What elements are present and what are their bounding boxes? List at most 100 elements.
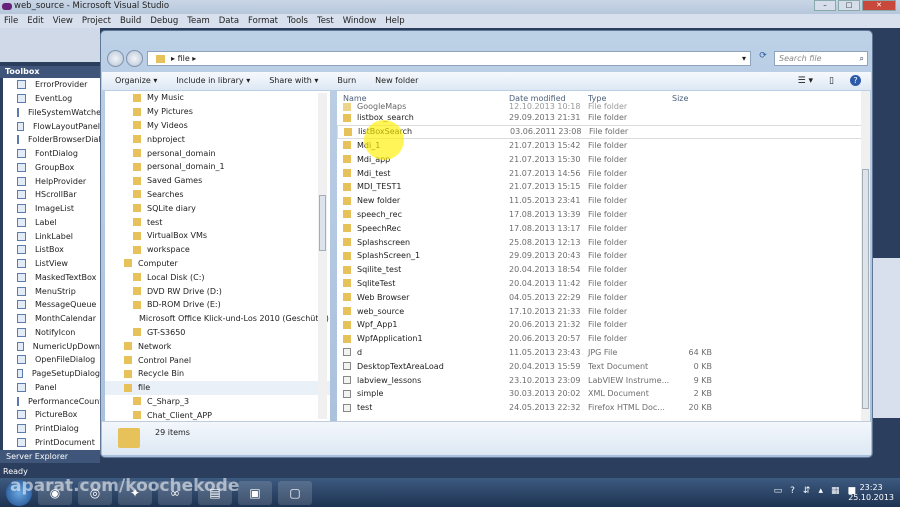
toolbox-item[interactable]: MenuStrip xyxy=(3,284,100,298)
toolbox-item[interactable]: MonthCalendar xyxy=(3,312,100,326)
view-options-icon[interactable]: ☰ ▾ xyxy=(798,75,813,87)
toolbox-item[interactable]: FileSystemWatcher xyxy=(3,106,100,120)
file-row[interactable]: test 24.05.2013 22:32 Firefox HTML Doc... 2… xyxy=(337,401,863,415)
nav-item[interactable]: test xyxy=(105,215,330,229)
nav-item[interactable]: file xyxy=(105,380,330,395)
file-row[interactable]: Mdi_test 21.07.2013 14:56 File folder xyxy=(337,166,863,180)
toolbox-item[interactable]: OpenFileDialog xyxy=(3,353,100,367)
nav-scrollbar[interactable] xyxy=(318,93,327,419)
toolbox-item[interactable]: MaskedTextBox xyxy=(3,271,100,285)
nav-item[interactable]: DVD RW Drive (D:) xyxy=(105,284,330,298)
help-tray-icon[interactable]: ? xyxy=(790,486,795,496)
nav-item[interactable]: My Videos xyxy=(105,119,330,133)
file-row[interactable]: DesktopTextAreaLoad 20.04.2013 15:59 Text … xyxy=(337,359,863,373)
menu-team[interactable]: Team xyxy=(187,14,209,28)
nav-item[interactable]: Computer xyxy=(105,257,330,271)
toolbox-item[interactable]: Panel xyxy=(3,381,100,395)
nav-item[interactable]: SQLite diary xyxy=(105,201,330,215)
file-row[interactable]: New folder 11.05.2013 23:41 File folder xyxy=(337,194,863,208)
command-2[interactable]: Share with ▾ xyxy=(269,72,318,90)
toolbox-item[interactable]: GroupBox xyxy=(3,161,100,175)
menu-build[interactable]: Build xyxy=(120,14,141,28)
toolbox-item[interactable]: ImageList xyxy=(3,202,100,216)
file-row[interactable]: Mdi_121.07.2013 15:42 File folder xyxy=(337,139,863,153)
maximize-button[interactable]: □ xyxy=(838,0,860,11)
nav-item[interactable]: personal_domain_1 xyxy=(105,160,330,174)
nav-item[interactable]: Network xyxy=(105,339,330,353)
file-row[interactable]: listBoxSearch03.06.2011 23:08File folder xyxy=(337,124,863,139)
menu-format[interactable]: Format xyxy=(248,14,278,28)
menu-data[interactable]: Data xyxy=(219,14,239,28)
file-row[interactable]: d 11.05.2013 23:43 JPG File 64 KB xyxy=(337,346,863,360)
file-row[interactable]: GoogleMaps 12.10.2013 10:18 File folder xyxy=(337,103,863,111)
file-row[interactable]: Sqilite_test 20.04.2013 18:54 File folder xyxy=(337,263,863,277)
refresh-icon[interactable]: ⟳ xyxy=(755,51,771,66)
toolbox-item[interactable]: NumericUpDown xyxy=(3,339,100,353)
file-row[interactable]: Splashscreen 25.08.2013 12:13 File folder xyxy=(337,235,863,249)
list-scroll-thumb[interactable] xyxy=(862,169,869,409)
toolbox-item[interactable]: PrintDialog xyxy=(3,422,100,436)
menu-tools[interactable]: Tools xyxy=(287,14,308,28)
toolbox-item[interactable]: PictureBox xyxy=(3,408,100,422)
menu-view[interactable]: View xyxy=(53,14,73,28)
show-hidden-icons[interactable]: ▴ xyxy=(818,486,823,496)
file-row[interactable]: Web Browser 04.05.2013 22:29 File folder xyxy=(337,290,863,304)
toolbox-item[interactable]: PerformanceCounter xyxy=(3,394,100,408)
toolbox-item[interactable]: PageSetupDialog xyxy=(3,367,100,381)
column-date-modified[interactable]: Date modified xyxy=(509,91,588,103)
nav-item[interactable]: personal_domain xyxy=(105,146,330,160)
nav-item[interactable]: VirtualBox VMs xyxy=(105,229,330,243)
toolbox-item[interactable]: ErrorProvider xyxy=(3,78,100,92)
toolbox-item[interactable]: FontDialog xyxy=(3,147,100,161)
preview-pane-icon[interactable]: ▯ xyxy=(829,75,834,87)
toolbox-item[interactable]: EventLog xyxy=(3,92,100,106)
column-name[interactable]: Name xyxy=(337,91,509,103)
nav-item[interactable]: Saved Games xyxy=(105,174,330,188)
menu-window[interactable]: Window xyxy=(343,14,377,28)
nav-item[interactable]: nbproject xyxy=(105,132,330,146)
menu-test[interactable]: Test xyxy=(317,14,334,28)
forward-button[interactable] xyxy=(126,50,143,67)
file-row[interactable]: Mdi_app 21.07.2013 15:30 File folder xyxy=(337,152,863,166)
file-row[interactable]: SpeechRec 17.08.2013 13:17 File folder xyxy=(337,221,863,235)
file-row[interactable]: labview_lessons 23.10.2013 23:09 LabVIEW I… xyxy=(337,373,863,387)
menu-help[interactable]: Help xyxy=(385,14,404,28)
toolbox-item[interactable]: LinkLabel xyxy=(3,229,100,243)
nav-item[interactable]: Recycle Bin xyxy=(105,367,330,381)
nav-item[interactable]: Chat_Client_APP xyxy=(105,408,330,421)
menu-project[interactable]: Project xyxy=(82,14,111,28)
clock[interactable]: 23:23 25.10.2013 xyxy=(848,483,894,503)
help-icon[interactable]: ? xyxy=(850,75,861,86)
nav-item[interactable]: Control Panel xyxy=(105,353,330,367)
nav-item[interactable]: BD-ROM Drive (E:) xyxy=(105,298,330,312)
search-input[interactable]: Search file ⌕ xyxy=(774,51,868,66)
app3-taskbar-button[interactable]: ▢ xyxy=(278,480,312,505)
file-row[interactable]: SplashScreen_1 29.09.2013 20:43 File folde… xyxy=(337,249,863,263)
breadcrumb-file[interactable]: file xyxy=(178,54,190,63)
file-row[interactable]: SqliteTest 20.04.2013 11:42 File folder xyxy=(337,277,863,291)
network-icon[interactable]: ⇵ xyxy=(803,486,811,496)
toolbox-item[interactable]: HScrollBar xyxy=(3,188,100,202)
app2-taskbar-button[interactable]: ▣ xyxy=(238,480,272,505)
command-1[interactable]: Include in library ▾ xyxy=(176,72,250,90)
file-row[interactable]: web_source 17.10.2013 21:33 File folder xyxy=(337,304,863,318)
toolbox-item[interactable]: FlowLayoutPanel xyxy=(3,119,100,133)
nav-item[interactable]: Microsoft Office Klick-und-Los 2010 (Ges… xyxy=(105,312,330,326)
nav-item[interactable]: GT-S3650 xyxy=(105,326,330,340)
toolbox-item[interactable]: NotifyIcon xyxy=(3,326,100,340)
file-row[interactable]: simple 30.03.2013 20:02 XML Document 2 KB xyxy=(337,387,863,401)
nav-item[interactable]: Searches xyxy=(105,188,330,202)
nav-item[interactable]: My Pictures xyxy=(105,105,330,119)
nav-item[interactable]: workspace xyxy=(105,243,330,257)
list-scrollbar[interactable] xyxy=(861,91,870,421)
toolbox-item[interactable]: ListBox xyxy=(3,243,100,257)
toolbox-item[interactable]: ListView xyxy=(3,257,100,271)
keyboard-icon[interactable]: ▭ xyxy=(774,486,783,496)
nav-scroll-thumb[interactable] xyxy=(319,195,326,251)
menu-file[interactable]: File xyxy=(4,14,18,28)
nav-item[interactable]: C_Sharp_3 xyxy=(105,395,330,409)
toolbox-item[interactable]: HelpProvider xyxy=(3,174,100,188)
file-row[interactable]: listbox_search 29.09.2013 21:31 File folde… xyxy=(337,111,863,125)
close-button[interactable]: ✕ xyxy=(862,0,896,11)
command-3[interactable]: Burn xyxy=(337,72,356,90)
